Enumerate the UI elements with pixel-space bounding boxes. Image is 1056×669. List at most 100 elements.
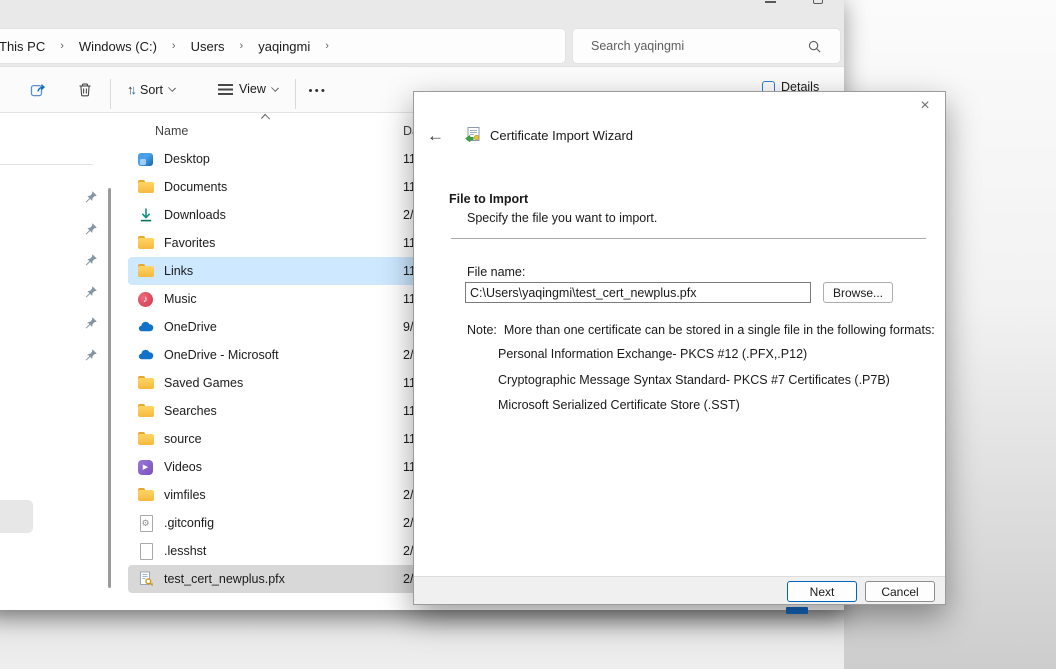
file-name-label: File name:	[467, 265, 525, 279]
file-name: Links	[164, 264, 193, 278]
close-icon[interactable]: ×	[914, 95, 936, 117]
delete-button[interactable]	[77, 82, 93, 101]
file-name: .gitconfig	[164, 516, 214, 530]
desktop-icon	[137, 151, 154, 168]
background-window-strip: 5 1:45 PM Object File Library 2 KB 5 1:5…	[0, 610, 844, 669]
file-date: 2/	[403, 572, 413, 586]
certificate-wizard-icon	[464, 126, 482, 144]
section-divider	[451, 238, 926, 239]
file-date: 9/	[403, 320, 413, 334]
more-icon	[309, 89, 312, 92]
cloud-icon	[137, 319, 154, 336]
file-name: OneDrive	[164, 320, 217, 334]
trash-icon	[77, 82, 93, 101]
file-date: 2/	[403, 208, 413, 222]
cert-icon	[137, 571, 154, 588]
format-pkcs7: Cryptographic Message Syntax Standard- P…	[498, 373, 890, 387]
back-arrow-icon[interactable]: ←	[427, 127, 444, 144]
sort-icon: ↑↓	[127, 82, 134, 97]
folder-icon	[137, 179, 154, 196]
more-options-button[interactable]	[309, 89, 324, 92]
column-header-name[interactable]: Name	[155, 124, 188, 138]
folder-icon	[137, 263, 154, 280]
breadcrumb-this-pc[interactable]: This PC	[0, 39, 51, 54]
share-icon	[30, 82, 47, 102]
chevron-right-icon: ›	[51, 40, 73, 52]
file-name: Downloads	[164, 208, 226, 222]
maximize-icon[interactable]	[813, 0, 823, 4]
note-label: Note:	[467, 323, 497, 337]
pin-icon[interactable]	[84, 348, 98, 362]
format-sst: Microsoft Serialized Certificate Store (…	[498, 398, 740, 412]
downloads-icon	[137, 207, 154, 224]
pin-icon[interactable]	[84, 285, 98, 299]
cloud-icon	[137, 347, 154, 364]
search-box[interactable]	[572, 28, 841, 64]
file-name: source	[164, 432, 202, 446]
breadcrumb: This PC › Windows (C:) › Users › yaqingm…	[0, 37, 338, 55]
dialog-title: Certificate Import Wizard	[490, 128, 633, 143]
pin-icon[interactable]	[84, 190, 98, 204]
dialog-footer: Next Cancel	[414, 576, 945, 604]
format-pkcs12: Personal Information Exchange- PKCS #12 …	[498, 347, 807, 361]
cancel-button[interactable]: Cancel	[865, 581, 935, 602]
note-text: Note: More than one certificate can be st…	[467, 323, 935, 337]
view-label: View	[239, 82, 266, 96]
screen: 5 1:45 PM Object File Library 2 KB 5 1:5…	[0, 0, 1056, 669]
file-name: test_cert_newplus.pfx	[164, 572, 285, 586]
chevron-down-icon	[271, 84, 279, 92]
file-name: Favorites	[164, 236, 215, 250]
doc-gear-icon	[137, 515, 154, 532]
certificate-import-wizard-dialog: × ← Certificate Import Wizard File to Im…	[413, 91, 946, 605]
doc-icon	[137, 543, 154, 560]
breadcrumb-windows-c[interactable]: Windows (C:)	[73, 39, 163, 54]
section-subtitle: Specify the file you want to import.	[467, 211, 657, 225]
chevron-right-icon: ›	[231, 40, 253, 52]
nav-scrollbar[interactable]	[108, 188, 111, 588]
pin-icon[interactable]	[84, 253, 98, 267]
file-date: 2/	[403, 516, 413, 530]
folder-icon	[137, 235, 154, 252]
file-name: vimfiles	[164, 488, 206, 502]
file-name-input[interactable]	[465, 282, 811, 303]
file-name: Music	[164, 292, 197, 306]
file-name: Desktop	[164, 152, 210, 166]
pin-icon[interactable]	[84, 316, 98, 330]
file-name: Searches	[164, 404, 217, 418]
dialog-header: ← Certificate Import Wizard	[414, 122, 945, 148]
share-button[interactable]	[30, 82, 47, 102]
folder-icon	[137, 403, 154, 420]
breadcrumb-yaqingmi[interactable]: yaqingmi	[252, 39, 316, 54]
section-title: File to Import	[449, 192, 528, 206]
file-name: Videos	[164, 460, 202, 474]
music-icon	[137, 291, 154, 308]
nav-selected-item[interactable]	[0, 500, 33, 533]
selection-fragment	[786, 607, 808, 614]
folder-icon	[137, 487, 154, 504]
chevron-right-icon: ›	[316, 40, 338, 52]
minimize-icon[interactable]	[765, 1, 776, 3]
search-icon	[807, 39, 822, 54]
file-name: .lesshst	[164, 544, 206, 558]
note-body: More than one certificate can be stored …	[504, 323, 935, 337]
file-date: 2/	[403, 544, 413, 558]
nav-divider	[0, 164, 93, 165]
browse-button[interactable]: Browse...	[823, 282, 893, 303]
file-name: Documents	[164, 180, 227, 194]
toolbar-divider	[110, 79, 111, 109]
pin-icon[interactable]	[84, 222, 98, 236]
breadcrumb-users[interactable]: Users	[185, 39, 231, 54]
chevron-down-icon	[168, 84, 176, 92]
videos-icon	[137, 459, 154, 476]
next-button[interactable]: Next	[787, 581, 857, 602]
search-input[interactable]	[589, 29, 799, 63]
file-date: 2/	[403, 488, 413, 502]
folder-icon	[137, 431, 154, 448]
view-button[interactable]: View	[218, 82, 278, 96]
chevron-right-icon: ›	[163, 40, 185, 52]
sort-label: Sort	[140, 83, 163, 97]
toolbar-divider	[295, 79, 296, 109]
sort-button[interactable]: ↑↓ Sort	[127, 82, 175, 97]
file-name: OneDrive - Microsoft	[164, 348, 279, 362]
view-icon	[218, 84, 233, 86]
